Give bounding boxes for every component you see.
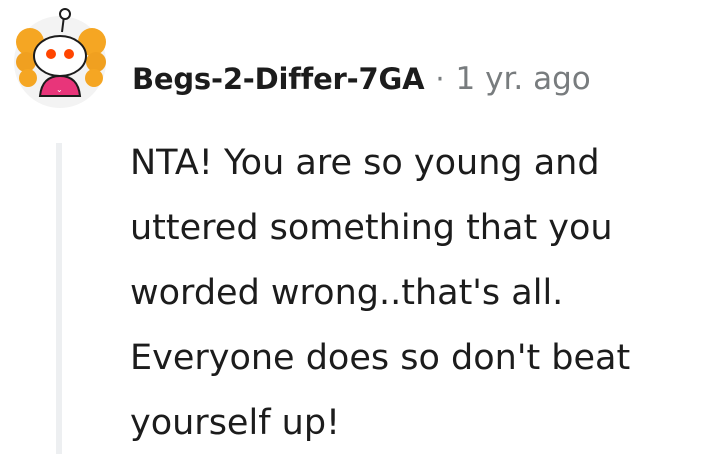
username-link[interactable]: Begs-2-Differ-7GA xyxy=(132,62,425,96)
avatar-svg: ⌄ xyxy=(14,8,106,108)
meta-separator: · xyxy=(435,62,445,96)
comment-body-line: worded wrong..that's all. xyxy=(130,273,564,313)
comment-body: NTA! You are so young and uttered someth… xyxy=(130,131,710,456)
thread-collapse-line[interactable] xyxy=(56,143,62,454)
comment-body-line: Everyone does so don't beat xyxy=(130,338,631,378)
comment-body-line: NTA! You are so young and xyxy=(130,143,600,183)
comment-header: Begs-2-Differ-7GA · 1 yr. ago xyxy=(132,56,591,102)
snoo-avatar-icon[interactable]: ⌄ xyxy=(12,4,108,112)
comment: ⌄ Begs-2-Differ-7GA · 1 yr. ago NTA! You… xyxy=(0,0,715,454)
timestamp-link[interactable]: 1 yr. ago xyxy=(456,61,591,97)
svg-text:⌄: ⌄ xyxy=(56,85,63,94)
comment-body-line: uttered something that you xyxy=(130,208,613,248)
comment-body-line: yourself up! xyxy=(130,403,341,443)
